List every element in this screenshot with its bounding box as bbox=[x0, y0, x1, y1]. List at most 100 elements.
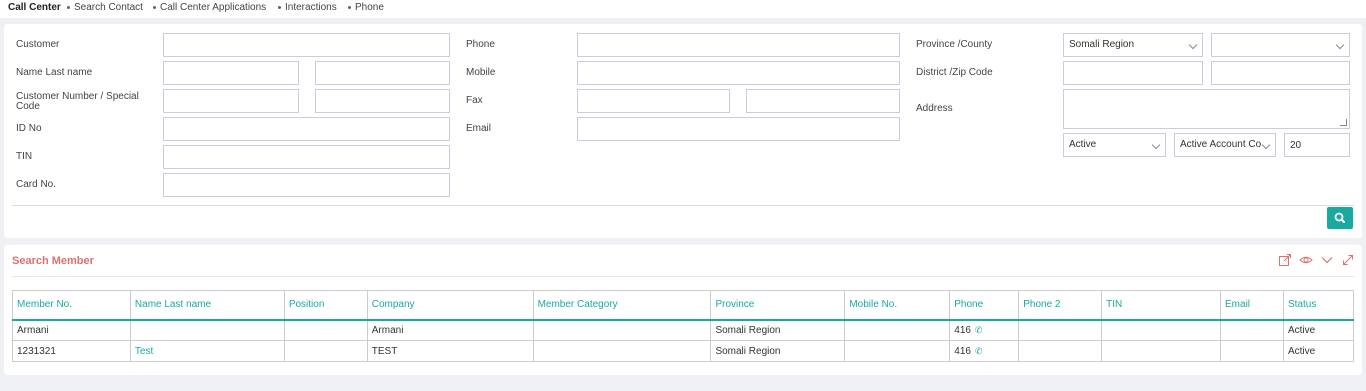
account-select[interactable]: Active Account Co bbox=[1174, 133, 1276, 157]
table-cell: Active bbox=[1282, 319, 1355, 341]
breadcrumb-item[interactable]: Interactions bbox=[285, 2, 337, 13]
table-cell: Armani bbox=[366, 319, 534, 341]
table-cell bbox=[532, 340, 712, 362]
eye-icon[interactable] bbox=[1299, 253, 1313, 267]
card-no-label: Card No. bbox=[16, 179, 57, 190]
phone-input[interactable] bbox=[577, 33, 900, 57]
table-cell: Somali Region bbox=[710, 319, 846, 341]
form-divider bbox=[12, 205, 1354, 206]
province-label: Province /County bbox=[916, 39, 993, 50]
id-no-input[interactable] bbox=[163, 117, 450, 141]
section-divider bbox=[12, 276, 1354, 277]
breadcrumb-item[interactable]: Search Contact bbox=[74, 2, 143, 13]
province-select[interactable]: Somali Region bbox=[1063, 33, 1203, 57]
column-header[interactable]: Email bbox=[1220, 290, 1284, 321]
column-header[interactable]: Company bbox=[366, 290, 534, 321]
customer-input[interactable] bbox=[163, 33, 450, 57]
name-input[interactable] bbox=[163, 61, 299, 85]
phone-cell[interactable]: 416 ✆ bbox=[949, 319, 1020, 341]
column-header[interactable]: Name Last name bbox=[129, 290, 285, 321]
column-header[interactable]: TIN bbox=[1101, 290, 1222, 321]
table-cell bbox=[844, 340, 951, 362]
table-cell bbox=[283, 319, 368, 341]
export-icon[interactable] bbox=[1278, 253, 1292, 267]
chevron-down-icon bbox=[1335, 40, 1345, 50]
id-no-label: ID No bbox=[16, 123, 42, 134]
table-cell bbox=[1220, 340, 1284, 362]
table-cell bbox=[844, 319, 951, 341]
page-size-input[interactable] bbox=[1284, 133, 1350, 157]
district-label: District /Zip Code bbox=[916, 67, 993, 78]
phone-value: 416 bbox=[954, 345, 971, 357]
phone-icon[interactable]: ✆ bbox=[975, 325, 983, 336]
phone-icon[interactable]: ✆ bbox=[975, 346, 983, 357]
address-textarea[interactable] bbox=[1063, 89, 1350, 129]
special-code-input[interactable] bbox=[315, 89, 450, 113]
breadcrumb-item[interactable]: Phone bbox=[355, 2, 384, 13]
table-cell bbox=[283, 340, 368, 362]
resize-grip-icon[interactable] bbox=[1340, 119, 1347, 126]
table-row[interactable]: Armani Armani Somali Region 416 ✆ Active bbox=[12, 319, 1355, 341]
email-label: Email bbox=[466, 123, 492, 134]
table-cell bbox=[532, 319, 712, 341]
results-table: Member No. Name Last name Position Compa… bbox=[12, 290, 1355, 362]
last-name-input[interactable] bbox=[315, 61, 450, 85]
status-select-value: Active bbox=[1069, 139, 1097, 150]
chevron-down-icon[interactable] bbox=[1320, 253, 1334, 267]
table-cell: Active bbox=[1282, 340, 1355, 362]
search-icon bbox=[1334, 212, 1345, 223]
column-header[interactable]: Province bbox=[710, 290, 846, 321]
column-header[interactable]: Status bbox=[1282, 290, 1355, 321]
search-button[interactable] bbox=[1327, 207, 1353, 229]
table-cell: TEST bbox=[366, 340, 534, 362]
breadcrumb-item[interactable]: Call Center Applications bbox=[160, 2, 266, 13]
chevron-down-icon bbox=[1151, 140, 1161, 150]
mobile-label: Mobile bbox=[466, 67, 496, 78]
fax-input[interactable] bbox=[577, 89, 730, 113]
fax-label: Fax bbox=[466, 95, 483, 106]
county-select[interactable] bbox=[1211, 33, 1350, 57]
table-cell: Somali Region bbox=[710, 340, 846, 362]
phone-value: 416 bbox=[954, 324, 971, 336]
table-header-row: Member No. Name Last name Position Compa… bbox=[12, 290, 1355, 321]
address-label: Address bbox=[916, 103, 953, 114]
district-input[interactable] bbox=[1063, 61, 1203, 85]
tin-label: TIN bbox=[16, 151, 33, 162]
column-header[interactable]: Phone 2 bbox=[1018, 290, 1103, 321]
tin-input[interactable] bbox=[163, 145, 450, 169]
chevron-down-icon bbox=[1261, 140, 1271, 150]
zip-code-input[interactable] bbox=[1211, 61, 1350, 85]
phone-label: Phone bbox=[466, 39, 495, 50]
column-header[interactable]: Position bbox=[283, 290, 368, 321]
customer-number-input[interactable] bbox=[163, 89, 299, 113]
breadcrumb-separator bbox=[67, 6, 70, 9]
table-row[interactable]: 1231321 Test TEST Somali Region 416 ✆ Act… bbox=[12, 340, 1355, 362]
column-header[interactable]: Mobile No. bbox=[844, 290, 951, 321]
account-select-value: Active Account Co bbox=[1180, 139, 1262, 150]
table-cell bbox=[1101, 319, 1222, 341]
card-no-input[interactable] bbox=[163, 173, 450, 197]
customer-label: Customer bbox=[16, 39, 60, 50]
chevron-down-icon bbox=[1188, 40, 1198, 50]
column-header[interactable]: Member No. bbox=[12, 290, 131, 321]
phone-cell[interactable]: 416 ✆ bbox=[949, 340, 1020, 362]
name-link[interactable]: Test bbox=[129, 340, 285, 362]
table-cell: 1231321 bbox=[12, 340, 131, 362]
table-cell bbox=[1018, 340, 1103, 362]
email-input[interactable] bbox=[577, 117, 900, 141]
breadcrumb-item[interactable]: Call Center bbox=[8, 2, 61, 13]
table-cell bbox=[1220, 319, 1284, 341]
column-header[interactable]: Phone bbox=[949, 290, 1020, 321]
name-last-name-label: Name Last name bbox=[16, 67, 93, 78]
status-select[interactable]: Active bbox=[1063, 133, 1166, 157]
breadcrumb: Call Center Search Contact Call Center A… bbox=[0, 0, 1366, 18]
fax-extra-input[interactable] bbox=[746, 89, 900, 113]
expand-icon[interactable] bbox=[1341, 253, 1355, 267]
customer-number-label-line2: Code bbox=[16, 101, 40, 112]
breadcrumb-separator bbox=[153, 6, 156, 9]
province-select-value: Somali Region bbox=[1069, 39, 1135, 50]
column-header[interactable]: Member Category bbox=[532, 290, 712, 321]
mobile-input[interactable] bbox=[577, 61, 900, 85]
section-title: Search Member bbox=[12, 255, 94, 267]
table-cell bbox=[1018, 319, 1103, 341]
